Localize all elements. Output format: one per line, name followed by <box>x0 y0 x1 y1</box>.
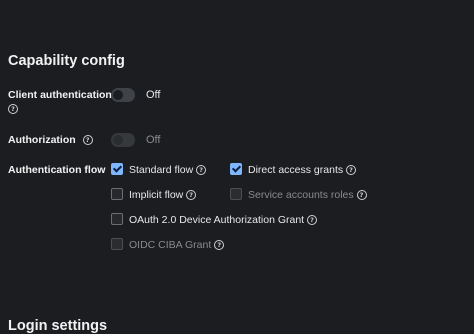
implicit-flow-option: Implicit flow ? <box>129 189 197 201</box>
authorization-state: Off <box>146 134 161 146</box>
help-icon[interactable]: ? <box>186 190 197 200</box>
client-authentication-label: Client authentication ? <box>8 89 112 114</box>
help-icon[interactable]: ? <box>196 165 207 175</box>
oauth-device-grant-checkbox[interactable] <box>111 213 123 225</box>
toggle-knob <box>113 90 123 100</box>
next-section-title: Login settings <box>8 318 108 334</box>
service-accounts-roles-option: Service accounts roles ? <box>248 189 367 201</box>
authorization-label: Authorization ? <box>8 133 93 147</box>
service-accounts-roles-checkbox[interactable] <box>230 188 242 200</box>
authentication-flow-label: Authentication flow <box>8 164 106 176</box>
standard-flow-option: Standard flow ? <box>129 164 207 176</box>
help-icon[interactable]: ? <box>346 165 357 175</box>
help-icon[interactable]: ? <box>307 215 318 225</box>
toggle-knob <box>113 135 123 145</box>
standard-flow-checkbox[interactable] <box>111 163 123 175</box>
oidc-ciba-grant-option: OIDC CIBA Grant ? <box>129 239 225 251</box>
help-icon[interactable]: ? <box>82 135 93 145</box>
oidc-ciba-grant-checkbox[interactable] <box>111 238 123 250</box>
implicit-flow-checkbox[interactable] <box>111 188 123 200</box>
client-authentication-toggle[interactable] <box>111 88 135 102</box>
section-title: Capability config <box>8 53 125 69</box>
authorization-toggle[interactable] <box>111 133 135 147</box>
client-authentication-state: Off <box>146 89 161 101</box>
help-icon[interactable]: ? <box>8 104 18 114</box>
oauth-device-grant-option: OAuth 2.0 Device Authorization Grant ? <box>129 214 318 226</box>
help-icon[interactable]: ? <box>214 240 225 250</box>
direct-access-grants-option: Direct access grants ? <box>248 164 357 176</box>
direct-access-grants-checkbox[interactable] <box>230 163 242 175</box>
help-icon[interactable]: ? <box>356 190 367 200</box>
